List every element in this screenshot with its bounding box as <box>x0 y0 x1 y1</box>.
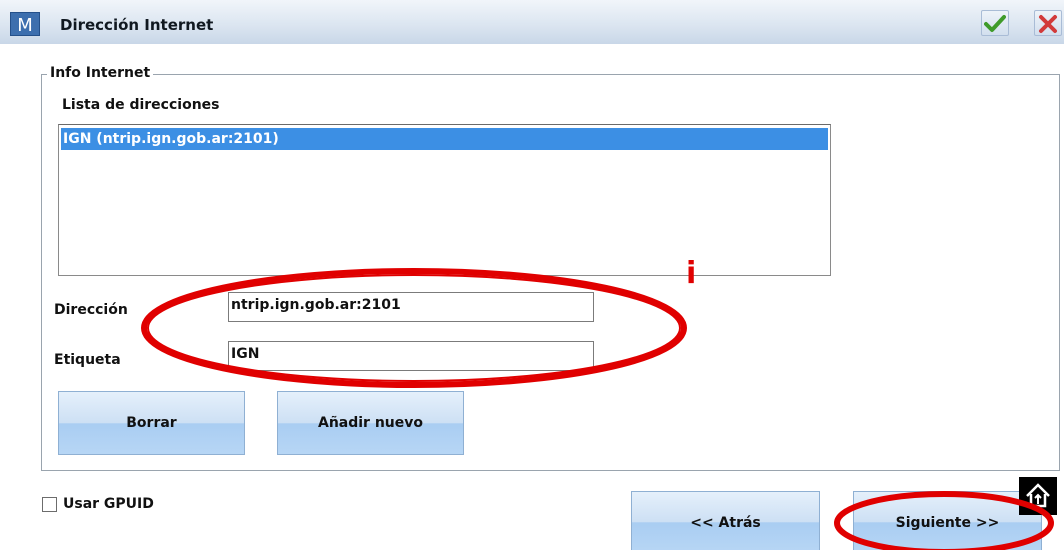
address-list-item[interactable]: IGN (ntrip.ign.gob.ar:2101) <box>61 128 828 150</box>
direccion-field[interactable]: ntrip.ign.gob.ar:2101 <box>228 292 594 322</box>
close-x-icon <box>1039 15 1057 33</box>
app-logo-letter: M <box>17 15 33 35</box>
window-title: Dirección Internet <box>60 16 214 34</box>
etiqueta-field[interactable]: IGN <box>228 341 594 371</box>
back-button[interactable]: << Atrás <box>631 491 820 550</box>
title-bar: M Dirección Internet <box>0 0 1064 44</box>
group-legend: Info Internet <box>47 65 154 81</box>
back-button-label: << Atrás <box>690 515 761 531</box>
direccion-label: Dirección <box>54 302 128 318</box>
next-button[interactable]: Siguiente >> <box>853 491 1042 550</box>
gpuid-label: Usar GPUID <box>63 496 154 512</box>
add-new-button[interactable]: Añadir nuevo <box>277 391 464 455</box>
gpuid-checkbox[interactable] <box>42 497 57 512</box>
home-icon[interactable] <box>1019 477 1057 515</box>
dialog-window: M Dirección Internet Info Internet Lista… <box>0 0 1064 550</box>
next-button-label: Siguiente >> <box>895 515 1000 531</box>
delete-button-label: Borrar <box>126 415 177 431</box>
ok-button[interactable] <box>981 10 1009 36</box>
address-list-label: Lista de direcciones <box>62 97 220 113</box>
address-list[interactable]: IGN (ntrip.ign.gob.ar:2101) <box>58 124 831 276</box>
add-new-button-label: Añadir nuevo <box>317 415 424 431</box>
app-logo-icon: M <box>10 12 40 36</box>
close-button[interactable] <box>1034 10 1062 36</box>
checkmark-icon <box>984 15 1006 32</box>
etiqueta-label: Etiqueta <box>54 352 121 368</box>
delete-button[interactable]: Borrar <box>58 391 245 455</box>
